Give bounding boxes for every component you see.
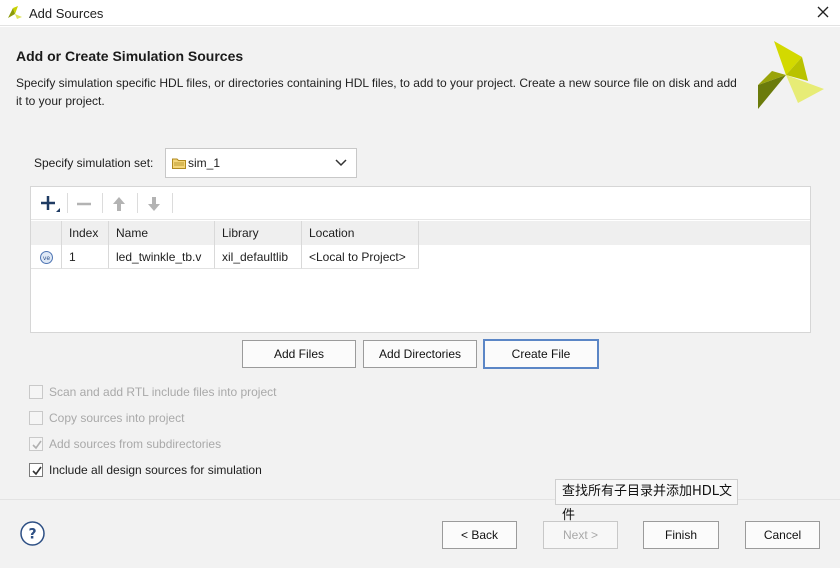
simset-label: Specify simulation set: — [34, 156, 154, 170]
next-button[interactable]: Next > — [543, 521, 618, 549]
header-icon-cell — [31, 221, 62, 245]
wizard-footer: ? < Back Next > Finish Cancel — [0, 499, 840, 568]
column-header-name[interactable]: Name — [109, 221, 215, 245]
svg-text:ve: ve — [43, 255, 51, 262]
checkbox[interactable] — [29, 463, 43, 477]
window-title: Add Sources — [29, 6, 104, 21]
vivado-logo-icon — [8, 6, 22, 19]
add-directories-button[interactable]: Add Directories — [363, 340, 477, 368]
checkmark-icon — [32, 466, 42, 476]
plus-icon[interactable] — [37, 192, 61, 216]
cell-library: xil_defaultlib — [215, 245, 302, 269]
page-heading: Add or Create Simulation Sources — [16, 48, 244, 64]
help-glyph: ? — [28, 527, 36, 543]
back-button[interactable]: < Back — [442, 521, 517, 549]
arrow-up-icon[interactable] — [107, 192, 131, 216]
checkmark-icon — [32, 440, 42, 450]
toolbar-separator — [67, 193, 68, 213]
page-description: Specify simulation specific HDL files, o… — [16, 76, 737, 108]
simset-dropdown[interactable]: sim_1 — [165, 148, 357, 178]
vivado-brand-logo — [758, 41, 824, 109]
wizard-header: Add or Create Simulation Sources Specify… — [0, 27, 840, 121]
cell-location: <Local to Project> — [302, 245, 419, 269]
checkbox[interactable] — [29, 437, 43, 451]
option-label: Add sources from subdirectories — [49, 437, 222, 451]
checkbox[interactable] — [29, 411, 43, 425]
toolbar-separator — [137, 193, 138, 213]
option-label: Include all design sources for simulatio… — [49, 463, 262, 477]
table-row[interactable]: ve 1 led_twinkle_tb.v xil_defaultlib <Lo… — [31, 245, 810, 270]
cell-index: 1 — [62, 245, 109, 269]
toolbar-separator — [102, 193, 103, 213]
table-header: Index Name Library Location — [31, 221, 810, 245]
column-header-index[interactable]: Index — [62, 221, 109, 245]
help-icon[interactable]: ? — [20, 521, 45, 546]
cancel-button[interactable]: Cancel — [745, 521, 820, 549]
arrow-down-icon[interactable] — [142, 192, 166, 216]
chevron-down-icon — [335, 159, 347, 167]
cell-name: led_twinkle_tb.v — [109, 245, 215, 269]
title-bar: Add Sources — [0, 0, 840, 26]
column-header-location[interactable]: Location — [302, 221, 419, 245]
create-file-button[interactable]: Create File — [483, 339, 599, 369]
close-icon[interactable] — [814, 3, 832, 21]
row-icon-cell: ve — [31, 245, 62, 269]
folder-icon — [172, 158, 186, 169]
toolbar-separator — [172, 193, 173, 213]
verilog-file-icon: ve — [40, 251, 53, 264]
table-toolbar — [31, 187, 810, 220]
column-header-library[interactable]: Library — [215, 221, 302, 245]
tooltip: 查找所有子目录并添加HDL文件 — [555, 479, 738, 523]
finish-button[interactable]: Finish — [643, 521, 719, 549]
add-files-button[interactable]: Add Files — [242, 340, 356, 368]
minus-icon[interactable] — [72, 192, 96, 216]
sources-table-panel: Index Name Library Location ve 1 led_twi… — [30, 186, 811, 333]
simset-value: sim_1 — [188, 156, 221, 170]
option-label: Scan and add RTL include files into proj… — [49, 385, 277, 399]
checkbox[interactable] — [29, 385, 43, 399]
option-label: Copy sources into project — [49, 411, 185, 425]
